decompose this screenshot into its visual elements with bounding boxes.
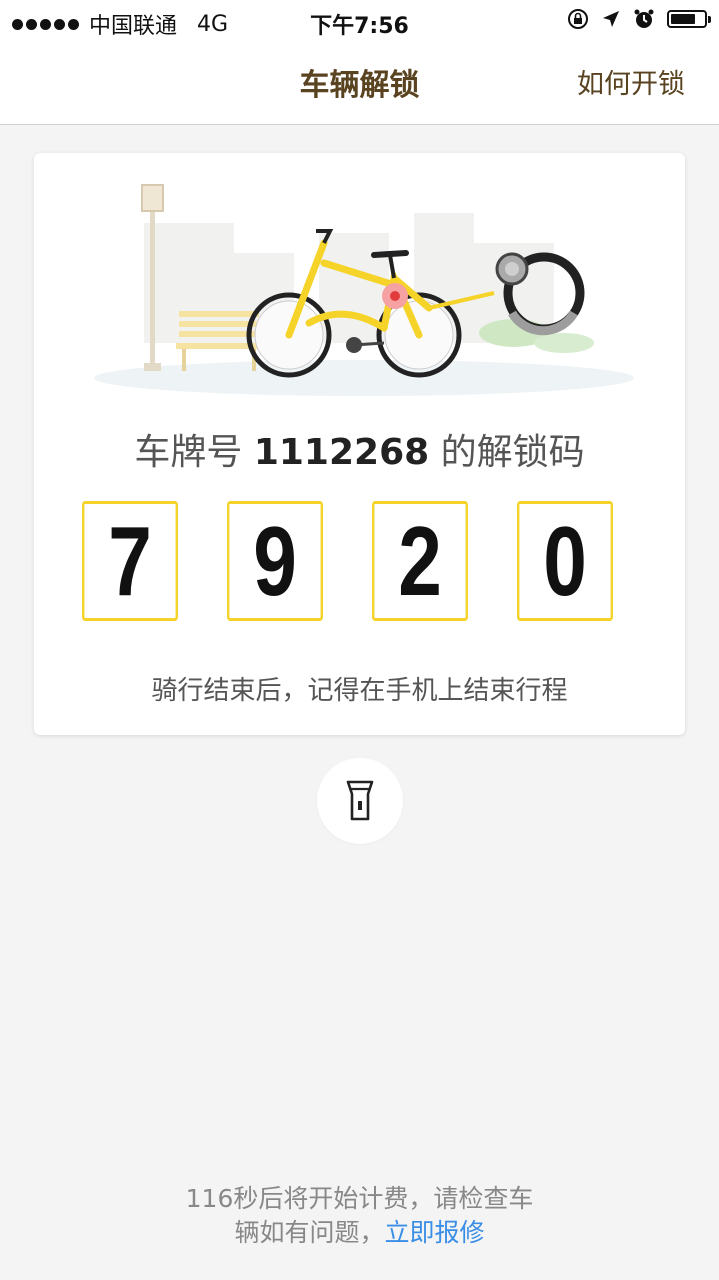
end-trip-hint: 骑行结束后，记得在手机上结束行程 bbox=[151, 676, 568, 706]
plate-number-heading: 车牌号 1112268 的解锁码 bbox=[34, 423, 685, 475]
report-repair-link[interactable]: 立即报修 bbox=[385, 1218, 485, 1247]
billing-notice-line1: 116秒后将开始计费，请检查车 bbox=[185, 1184, 534, 1213]
code-digit: 9 bbox=[227, 501, 323, 621]
status-bar: 中国联通 4G 下午7:56 bbox=[0, 0, 719, 40]
how-to-unlock-link[interactable]: 如何开锁 bbox=[577, 62, 685, 101]
plate-prefix: 车牌号 bbox=[134, 432, 243, 473]
flashlight-button[interactable] bbox=[317, 758, 403, 844]
code-digit: 7 bbox=[82, 501, 178, 621]
battery-icon bbox=[667, 10, 711, 28]
alarm-icon bbox=[634, 9, 654, 28]
billing-notice: 116秒后将开始计费，请检查车 辆如有问题，立即报修 bbox=[0, 1182, 719, 1250]
rotation-lock-icon bbox=[568, 9, 588, 29]
location-icon bbox=[603, 11, 619, 27]
flashlight-icon bbox=[346, 780, 374, 821]
plate-number: 1112268 bbox=[253, 432, 430, 473]
code-digit: 0 bbox=[517, 501, 613, 621]
plate-suffix: 的解锁码 bbox=[440, 432, 585, 473]
unlock-code: 7 9 2 0 bbox=[70, 501, 625, 621]
top-bar: 中国联通 4G 下午7:56 车辆解锁 如何开锁 bbox=[0, 0, 719, 125]
unlock-card: 车牌号 1112268 的解锁码 7 9 2 0 骑行结束后，记得在手机上结束行… bbox=[34, 153, 685, 735]
billing-notice-line2: 辆如有问题，立即报修 bbox=[0, 1216, 719, 1250]
code-digit: 2 bbox=[372, 501, 468, 621]
status-icons bbox=[567, 8, 711, 30]
bike-illustration bbox=[94, 184, 634, 396]
billing-notice-prefix: 辆如有问题， bbox=[234, 1218, 385, 1247]
